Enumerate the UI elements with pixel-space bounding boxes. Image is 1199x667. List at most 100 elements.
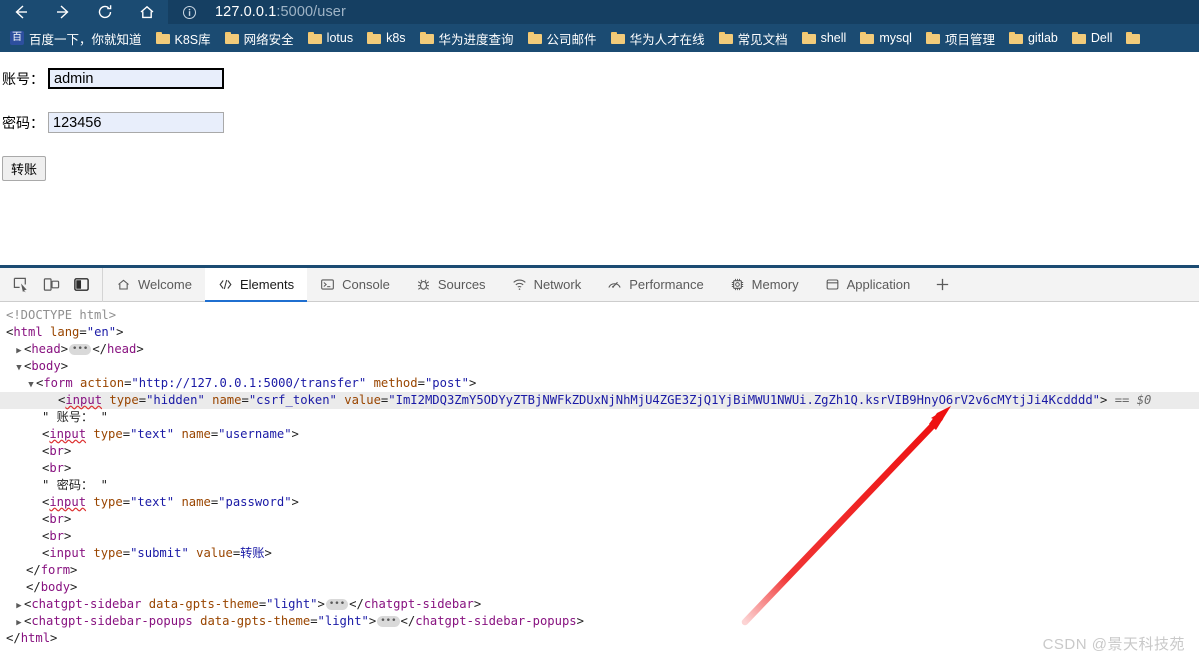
- device-toolbar-icon[interactable]: [36, 271, 66, 299]
- folder-icon: [611, 32, 625, 44]
- bookmark-mysql[interactable]: mysql: [854, 26, 918, 50]
- dom-line-br-3[interactable]: <br>: [0, 511, 1199, 528]
- bookmark-label: gitlab: [1028, 31, 1058, 45]
- tab-label: Memory: [752, 277, 799, 292]
- wifi-icon: [512, 277, 527, 292]
- twisty-expanded-icon[interactable]: ▼: [14, 360, 24, 377]
- bookmark-project-management[interactable]: 项目管理: [920, 26, 1001, 50]
- dom-line-text-username[interactable]: " 账号： ": [0, 409, 1199, 426]
- bookmark-company-mail[interactable]: 公司邮件: [522, 26, 603, 50]
- bookmark-k8s[interactable]: k8s: [361, 26, 411, 50]
- arrow-right-icon: [53, 2, 73, 22]
- folder-icon: [926, 32, 940, 44]
- bookmark-huawei-progress[interactable]: 华为进度查询: [414, 26, 520, 50]
- bookmark-label: lotus: [327, 31, 353, 45]
- bookmark-lotus[interactable]: lotus: [302, 26, 359, 50]
- tab-sources[interactable]: Sources: [403, 268, 499, 302]
- bookmark-dell[interactable]: Dell: [1066, 26, 1119, 50]
- bookmark-k8s-ku[interactable]: K8S库: [150, 26, 217, 50]
- bookmark-label: 常见文档: [738, 29, 788, 48]
- tab-elements[interactable]: Elements: [205, 268, 307, 302]
- reload-button[interactable]: [84, 0, 126, 24]
- add-tab-button[interactable]: [923, 268, 961, 302]
- tab-performance[interactable]: Performance: [594, 268, 716, 302]
- folder-icon: [225, 32, 239, 44]
- bookmark-label: k8s: [386, 31, 405, 45]
- tab-memory[interactable]: Memory: [717, 268, 812, 302]
- dom-line-csrf-input[interactable]: <input type="hidden" name="csrf_token" v…: [0, 392, 1199, 409]
- bookmark-gitlab[interactable]: gitlab: [1003, 26, 1064, 50]
- dom-line-br-4[interactable]: <br>: [0, 528, 1199, 545]
- bookmark-overflow[interactable]: [1120, 26, 1151, 50]
- folder-icon: [1126, 32, 1140, 44]
- transfer-submit-button[interactable]: [2, 156, 46, 181]
- tab-label: Network: [534, 277, 582, 292]
- twisty-expanded-icon[interactable]: ▼: [26, 377, 36, 394]
- dom-line-body-open[interactable]: ▼<body>: [0, 358, 1199, 375]
- home-button[interactable]: [126, 0, 168, 24]
- dom-line-doctype[interactable]: <!DOCTYPE html>: [0, 307, 1199, 324]
- dom-line-form-open[interactable]: ▼<form action="http://127.0.0.1:5000/tra…: [0, 375, 1199, 392]
- back-button[interactable]: [0, 0, 42, 24]
- dom-line-chatgpt-sidebar-popups[interactable]: ▶<chatgpt-sidebar-popups data-gpts-theme…: [0, 613, 1199, 630]
- dom-tree[interactable]: <!DOCTYPE html> <html lang="en"> ▶<head>…: [0, 302, 1199, 667]
- bookmark-label: 百度一下，你就知道: [29, 29, 142, 48]
- dom-line-input-password[interactable]: <input type="text" name="password">: [0, 494, 1199, 511]
- folder-icon: [860, 32, 874, 44]
- tab-welcome[interactable]: Welcome: [103, 268, 205, 302]
- bookmarks-bar: 百 百度一下，你就知道 K8S库 网络安全 lotus k8s 华为进度查询 公…: [0, 24, 1199, 52]
- url-text: 127.0.0.1:5000/user: [215, 4, 346, 20]
- tab-network[interactable]: Network: [499, 268, 595, 302]
- tab-label: Elements: [240, 277, 294, 292]
- bookmark-shell[interactable]: shell: [796, 26, 853, 50]
- code-brackets-icon: [218, 277, 233, 292]
- dom-line-text-password[interactable]: " 密码： ": [0, 477, 1199, 494]
- page-viewport: 账号： 密码：: [0, 52, 1199, 265]
- text-node-username: " 账号： ": [42, 410, 108, 424]
- folder-icon: [1009, 32, 1023, 44]
- dom-line-form-close[interactable]: </form>: [0, 562, 1199, 579]
- collapsed-children-badge[interactable]: •••: [377, 616, 399, 627]
- tab-console[interactable]: Console: [307, 268, 403, 302]
- folder-icon: [528, 32, 542, 44]
- password-label: 密码：: [2, 113, 44, 133]
- dom-line-chatgpt-sidebar[interactable]: ▶<chatgpt-sidebar data-gpts-theme="light…: [0, 596, 1199, 613]
- collapsed-children-badge[interactable]: •••: [326, 599, 348, 610]
- dom-line-body-close[interactable]: </body>: [0, 579, 1199, 596]
- url-path: :5000/user: [276, 4, 346, 20]
- csrf-tag-name: input: [65, 393, 102, 407]
- username-input[interactable]: [48, 68, 224, 89]
- tab-application[interactable]: Application: [812, 268, 924, 302]
- selected-node-marker: == $0: [1115, 393, 1152, 407]
- collapsed-children-badge[interactable]: •••: [69, 344, 91, 355]
- password-row: 密码：: [2, 112, 224, 133]
- dom-line-html-close[interactable]: </html>: [0, 630, 1199, 647]
- doctype-text: <!DOCTYPE html>: [6, 308, 116, 322]
- bookmark-huawei-talent[interactable]: 华为人才在线: [605, 26, 711, 50]
- csrf-attr-type-value: "hidden": [146, 393, 205, 407]
- dom-line-html-open[interactable]: <html lang="en">: [0, 324, 1199, 341]
- bookmark-network-security[interactable]: 网络安全: [219, 26, 300, 50]
- dom-line-input-submit[interactable]: <input type="submit" value=转账>: [0, 545, 1199, 562]
- bookmark-common-docs[interactable]: 常见文档: [713, 26, 794, 50]
- inspect-element-icon[interactable]: [6, 271, 36, 299]
- browser-toolbar: 127.0.0.1:5000/user: [0, 0, 1199, 24]
- dom-line-input-username[interactable]: <input type="text" name="username">: [0, 426, 1199, 443]
- password-input[interactable]: [48, 112, 224, 133]
- address-bar[interactable]: 127.0.0.1:5000/user: [168, 0, 1199, 24]
- tab-label: Console: [342, 277, 390, 292]
- devtools-tabbar: Welcome Elements Console: [0, 268, 1199, 302]
- site-info-icon[interactable]: [182, 5, 197, 20]
- home-icon: [116, 277, 131, 292]
- text-node-password: " 密码： ": [42, 478, 108, 492]
- forward-button[interactable]: [42, 0, 84, 24]
- dom-line-br-1[interactable]: <br>: [0, 443, 1199, 460]
- username-label: 账号：: [2, 69, 44, 89]
- bookmark-label: Dell: [1091, 31, 1113, 45]
- dock-side-icon[interactable]: [66, 271, 96, 299]
- folder-icon: [156, 32, 170, 44]
- inspect-element-glyph-icon: [13, 276, 30, 293]
- dom-line-br-2[interactable]: <br>: [0, 460, 1199, 477]
- dom-line-head[interactable]: ▶<head>•••</head>: [0, 341, 1199, 358]
- bookmark-baidu[interactable]: 百 百度一下，你就知道: [4, 26, 148, 50]
